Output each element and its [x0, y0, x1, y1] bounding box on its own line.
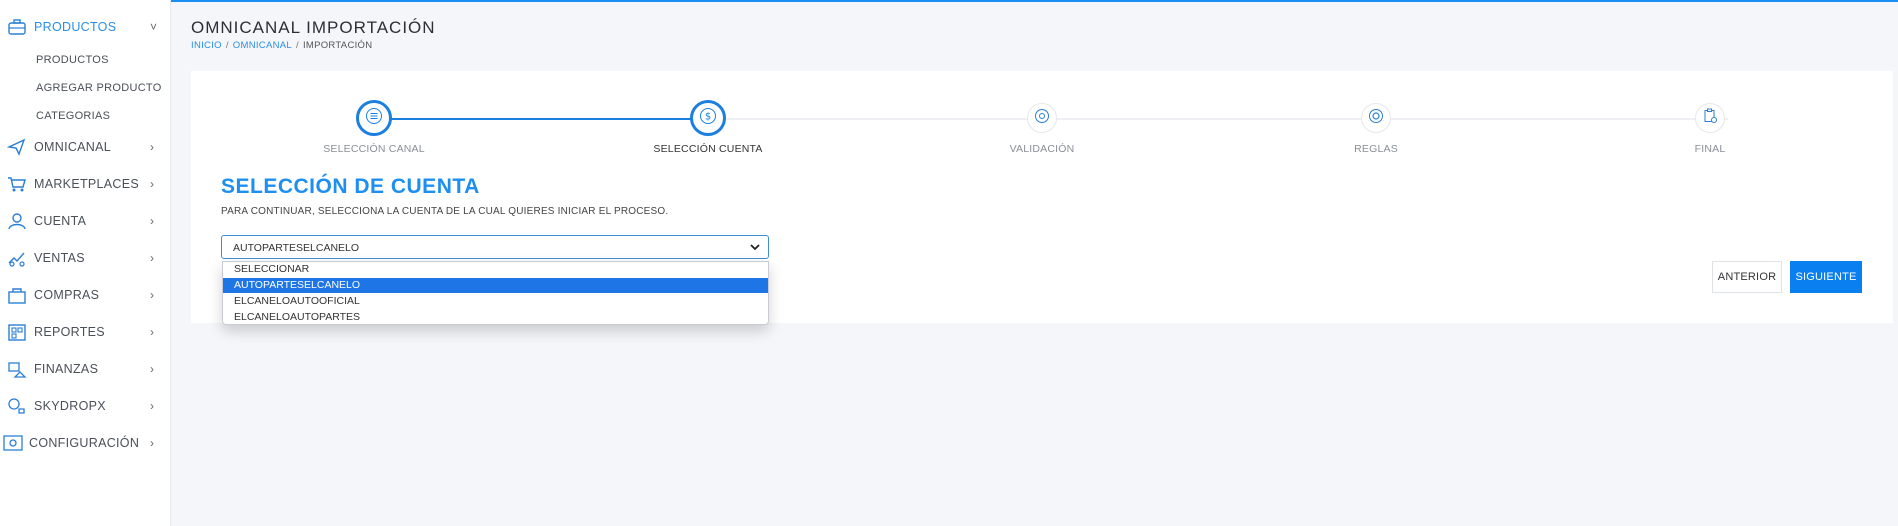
sidebar-item-label: SKYDROPX	[34, 399, 106, 413]
cart-icon	[6, 173, 28, 195]
sales-icon	[6, 247, 28, 269]
sidebar-item-reportes[interactable]: REPORTES ›	[0, 319, 171, 345]
step-validacion	[1027, 103, 1057, 133]
step-reglas	[1361, 103, 1391, 133]
chevron-right-icon: ›	[150, 288, 154, 302]
stepper-line-pending	[726, 118, 1728, 120]
sidebar-item-label: OMNICANAL	[34, 140, 112, 154]
sidebar: PRODUCTOS ˅ PRODUCTOS AGREGAR PRODUCTO C…	[0, 0, 171, 526]
delivery-icon	[6, 395, 28, 417]
chevron-right-icon: ›	[150, 177, 154, 191]
breadcrumb: INICIO / OMNICANAL / IMPORTACIÓN	[191, 40, 372, 51]
chevron-right-icon: ›	[150, 214, 154, 228]
breadcrumb-omnicanal[interactable]: OMNICANAL	[233, 40, 292, 51]
account-select-value: AUTOPARTESELCANELO	[233, 242, 360, 254]
sidebar-item-productos[interactable]: PRODUCTOS ˅	[0, 14, 171, 40]
breadcrumb-separator: /	[225, 40, 229, 51]
gear-icon	[1368, 108, 1384, 129]
sidebar-item-finanzas[interactable]: FINANZAS ›	[0, 356, 171, 382]
account-select[interactable]: AUTOPARTESELCANELO	[221, 235, 769, 259]
sidebar-item-cuenta[interactable]: CUENTA ›	[0, 208, 171, 234]
svg-text:$: $	[705, 111, 711, 122]
section-description: PARA CONTINUAR, SELECCIONA LA CUENTA DE …	[221, 206, 669, 217]
step-label-seleccion-cuenta: SELECCIÓN CUENTA	[653, 143, 763, 155]
chevron-down-icon: ˅	[150, 20, 158, 34]
sidebar-item-label: VENTAS	[34, 251, 85, 265]
sidebar-item-label: CUENTA	[34, 214, 87, 228]
step-seleccion-cuenta: $	[690, 100, 726, 136]
share-icon	[6, 136, 28, 158]
finance-icon	[6, 358, 28, 380]
account-option-selected[interactable]: AUTOPARTESELCANELO	[223, 278, 768, 293]
sidebar-item-ventas[interactable]: VENTAS ›	[0, 245, 171, 271]
sidebar-item-label: PRODUCTOS	[34, 20, 117, 34]
sidebar-item-label: CONFIGURACIÓN	[29, 436, 140, 450]
clipboard-icon	[1702, 108, 1718, 129]
account-dropdown: SELECCIONAR AUTOPARTESELCANELO ELCANELOA…	[222, 261, 769, 325]
account-option[interactable]: ELCANELOAUTOOFICIAL	[223, 294, 768, 309]
section-title: SELECCIÓN DE CUENTA	[221, 175, 480, 198]
page-title: OMNICANAL IMPORTACIÓN	[191, 18, 436, 37]
top-accent-bar	[171, 0, 1898, 2]
dollar-icon: $	[699, 107, 717, 130]
chevron-right-icon: ›	[150, 436, 154, 450]
user-icon	[6, 210, 28, 232]
chevron-right-icon: ›	[150, 362, 154, 376]
step-final	[1695, 103, 1725, 133]
breadcrumb-inicio[interactable]: INICIO	[191, 40, 222, 51]
account-option[interactable]: SELECCIONAR	[223, 262, 768, 277]
settings-icon	[2, 432, 24, 454]
chevron-right-icon: ›	[150, 399, 154, 413]
sidebar-item-omnicanal[interactable]: OMNICANAL ›	[0, 134, 171, 160]
step-label-final: FINAL	[1694, 143, 1726, 155]
sidebar-subitem-productos[interactable]: PRODUCTOS	[36, 54, 109, 66]
breadcrumb-separator: /	[295, 40, 299, 51]
list-icon	[365, 107, 383, 130]
briefcase-icon	[6, 16, 28, 38]
step-label-reglas: REGLAS	[1354, 143, 1398, 155]
sidebar-item-label: MARKETPLACES	[34, 177, 140, 191]
sidebar-item-label: COMPRAS	[34, 288, 100, 302]
sidebar-item-marketplaces[interactable]: MARKETPLACES ›	[0, 171, 171, 197]
sidebar-item-compras[interactable]: COMPRAS ›	[0, 282, 171, 308]
sidebar-item-configuracion[interactable]: CONFIGURACIÓN ›	[0, 430, 171, 456]
sidebar-subitem-agregar-producto[interactable]: AGREGAR PRODUCTO	[36, 82, 162, 94]
account-option[interactable]: ELCANELOAUTOPARTES	[223, 310, 768, 325]
step-seleccion-canal	[356, 100, 392, 136]
chevron-right-icon: ›	[150, 325, 154, 339]
step-label-seleccion-canal: SELECCIÓN CANAL	[323, 143, 425, 155]
sidebar-item-label: REPORTES	[34, 325, 105, 339]
breadcrumb-importacion: IMPORTACIÓN	[302, 40, 373, 51]
previous-button[interactable]: ANTERIOR	[1712, 261, 1782, 293]
step-label-validacion: VALIDACIÓN	[1009, 143, 1075, 155]
stepper-line-done	[391, 118, 693, 120]
chevron-down-icon	[748, 240, 762, 254]
sidebar-subitem-categorias[interactable]: CATEGORIAS	[36, 110, 110, 122]
report-icon	[6, 321, 28, 343]
sidebar-item-skydropx[interactable]: SKYDROPX ›	[0, 393, 171, 419]
chevron-right-icon: ›	[150, 140, 154, 154]
chevron-right-icon: ›	[150, 251, 154, 265]
sidebar-item-label: FINANZAS	[34, 362, 99, 376]
shopping-bag-icon	[6, 284, 28, 306]
next-button[interactable]: SIGUIENTE	[1790, 261, 1862, 293]
gear-check-icon	[1034, 108, 1050, 129]
